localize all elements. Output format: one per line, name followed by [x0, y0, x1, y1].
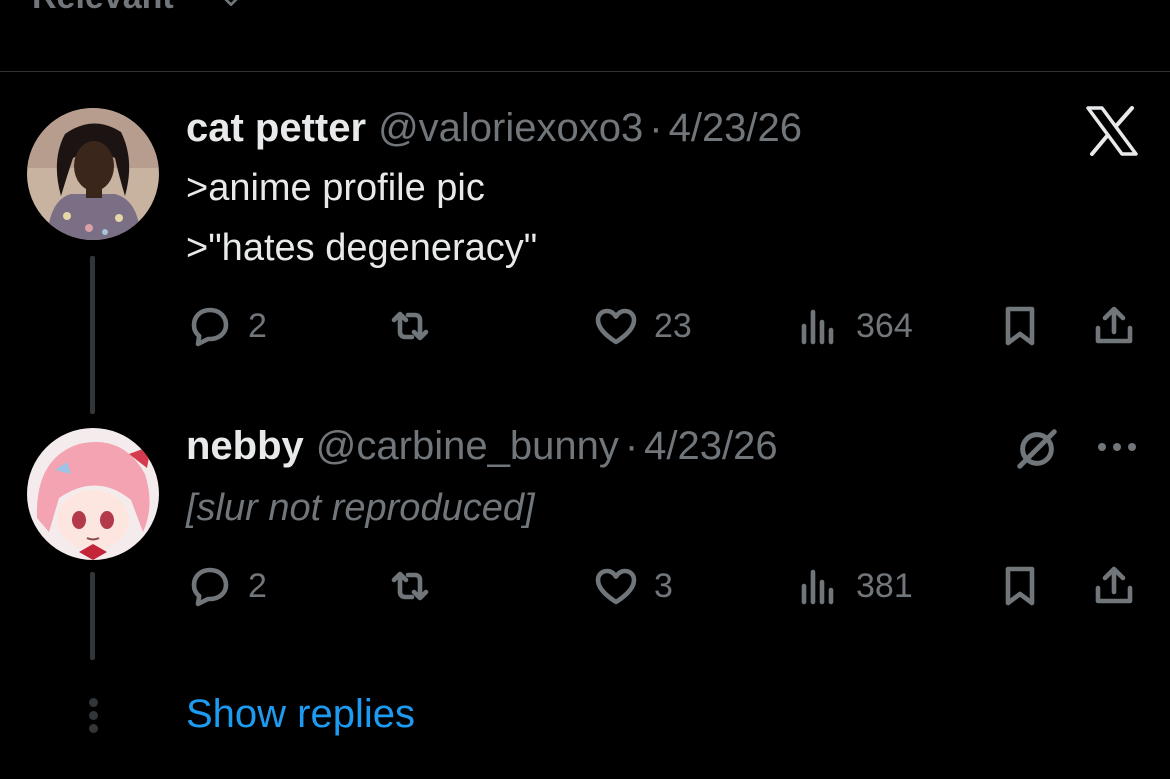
bookmark-icon — [1005, 566, 1035, 606]
chevron-down-icon[interactable] — [220, 0, 242, 12]
reply-button[interactable]: 2 — [186, 298, 267, 354]
avatar[interactable] — [27, 428, 159, 560]
sort-bar: Relevant — [0, 0, 1170, 72]
repost-button[interactable] — [386, 298, 434, 354]
like-button[interactable]: 3 — [592, 558, 673, 614]
grok-icon[interactable] — [1014, 426, 1060, 477]
repost-icon — [391, 311, 429, 341]
repost-icon — [391, 571, 429, 601]
thread-line — [90, 256, 95, 414]
share-icon — [1095, 306, 1133, 344]
heart-icon — [595, 568, 637, 605]
bookmark-icon — [1005, 306, 1035, 346]
reply-icon — [191, 307, 229, 347]
view-count: 364 — [856, 306, 913, 345]
timestamp[interactable]: 4/23/26 — [669, 106, 802, 151]
author-row: cat petter @valoriexoxo3 · 4/23/26 — [186, 106, 802, 158]
heart-icon — [595, 308, 637, 345]
timestamp[interactable]: 4/23/26 — [644, 424, 777, 469]
like-count: 23 — [654, 306, 692, 345]
avatar[interactable] — [27, 108, 159, 240]
reply-text-line: >"hates degeneracy" — [186, 227, 538, 269]
author-row: nebby @carbine_bunny · 4/23/26 — [186, 424, 778, 476]
bookmark-button[interactable] — [996, 558, 1044, 614]
like-button[interactable]: 23 — [592, 298, 692, 354]
reply-text-line: >anime profile pic — [186, 167, 485, 209]
more-replies-dots-icon — [86, 698, 100, 738]
share-icon — [1095, 566, 1133, 604]
separator-dot: · — [624, 424, 639, 468]
more-icon[interactable] — [1096, 440, 1138, 459]
sort-dropdown-label[interactable]: Relevant — [32, 0, 174, 17]
share-button[interactable] — [1090, 298, 1138, 354]
show-replies-link[interactable]: Show replies — [186, 692, 415, 737]
share-button[interactable] — [1090, 558, 1138, 614]
reply-text-withheld: [slur not reproduced] — [186, 487, 535, 529]
bookmark-button[interactable] — [996, 298, 1044, 354]
reply-count: 2 — [248, 566, 267, 605]
handle[interactable]: @carbine_bunny — [316, 424, 619, 469]
x-logo-icon[interactable] — [1086, 106, 1138, 161]
repost-button[interactable] — [386, 558, 434, 614]
display-name[interactable]: nebby — [186, 424, 304, 469]
views-button[interactable]: 381 — [794, 558, 913, 614]
thread-line — [90, 572, 95, 660]
reply-count: 2 — [248, 306, 267, 345]
views-button[interactable]: 364 — [794, 298, 913, 354]
action-bar: 2 23 364 — [186, 298, 1146, 354]
action-bar: 2 3 381 — [186, 558, 1146, 614]
views-icon — [801, 569, 834, 605]
reply-button[interactable]: 2 — [186, 558, 267, 614]
handle[interactable]: @valoriexoxo3 — [378, 106, 643, 151]
reply-icon — [191, 567, 229, 607]
views-icon — [801, 309, 834, 345]
display-name[interactable]: cat petter — [186, 106, 366, 151]
view-count: 381 — [856, 566, 913, 605]
like-count: 3 — [654, 566, 673, 605]
separator-dot: · — [649, 106, 663, 150]
